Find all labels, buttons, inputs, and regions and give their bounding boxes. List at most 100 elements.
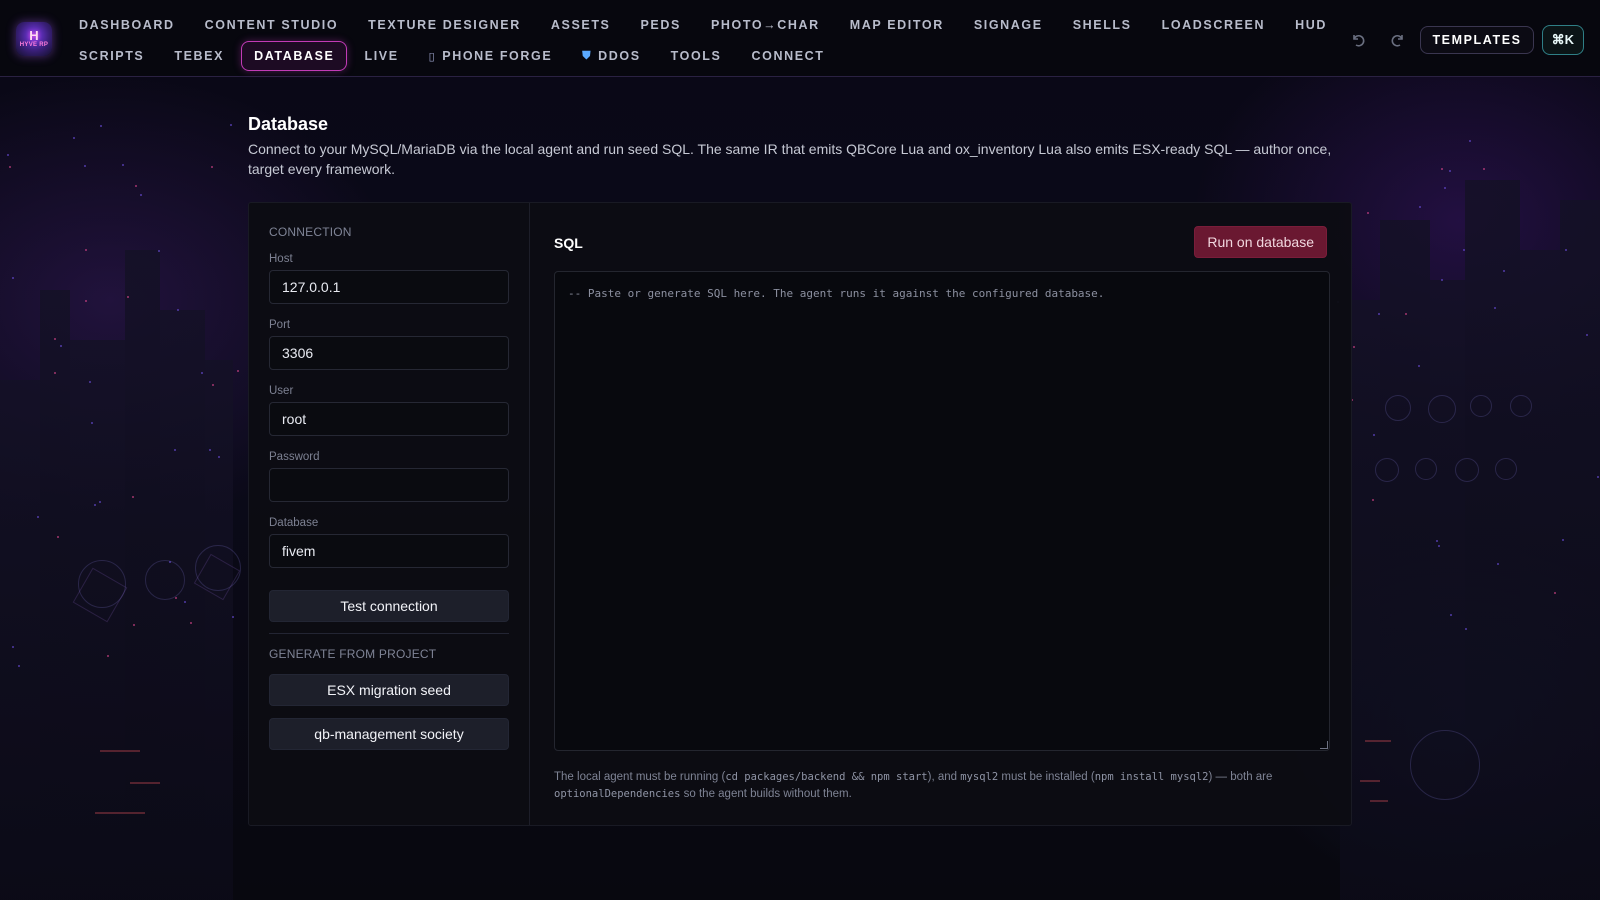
nav-loadscreen[interactable]: LOADSCREEN: [1149, 10, 1279, 40]
nav-texture-designer[interactable]: TEXTURE DESIGNER: [355, 10, 534, 40]
background-decoration: [106, 655, 109, 658]
note-code-install: npm install mysql2: [1094, 771, 1209, 783]
sql-editor-textarea[interactable]: [554, 271, 1330, 751]
background-decoration: [145, 560, 185, 600]
background-decoration: [1520, 250, 1560, 900]
background-decoration: [1366, 212, 1369, 215]
background-decoration: [6, 153, 9, 156]
note-text-3: must be installed (: [998, 771, 1095, 783]
note-code-optional-deps: optionalDependencies: [554, 788, 681, 800]
background-decoration: [1495, 458, 1517, 480]
qb-management-society-button[interactable]: qb-management society: [269, 718, 509, 750]
nav-map-editor[interactable]: MAP EDITOR: [837, 10, 957, 40]
nav-photo-to-char[interactable]: PHOTO→CHAR: [698, 10, 833, 40]
connection-sidebar: CONNECTION Host Port User Password Datab…: [249, 203, 530, 825]
phone-icon: ▯: [428, 50, 437, 63]
background-decoration: [132, 496, 135, 499]
background-decoration: [1440, 279, 1443, 282]
background-decoration: [40, 290, 70, 900]
note-text-4: ) — both are: [1208, 771, 1273, 783]
command-palette-button[interactable]: ⌘K: [1541, 25, 1584, 55]
background-decoration: [1371, 499, 1374, 502]
nav-row-secondary: SCRIPTS TEBEX DATABASE LIVE ▯ PHONE FORG…: [66, 41, 842, 71]
background-decoration: [1365, 740, 1391, 742]
background-decoration: [1449, 170, 1452, 173]
password-label: Password: [269, 451, 320, 463]
nav-live[interactable]: LIVE: [351, 41, 411, 71]
port-label: Port: [269, 319, 291, 331]
database-field-group: Database: [269, 517, 509, 568]
database-panel: CONNECTION Host Port User Password Datab…: [248, 202, 1352, 826]
nav-connect[interactable]: CONNECT: [739, 41, 838, 71]
nav-phone-forge[interactable]: ▯ PHONE FORGE: [416, 41, 566, 71]
background-decoration: [95, 812, 145, 814]
esx-migration-seed-button[interactable]: ESX migration seed: [269, 674, 509, 706]
sql-title: SQL: [554, 235, 583, 251]
password-input[interactable]: [269, 468, 509, 502]
database-input[interactable]: [269, 534, 509, 568]
nav-tebex[interactable]: TEBEX: [161, 41, 237, 71]
nav-hud[interactable]: HUD: [1282, 10, 1340, 40]
background-decoration: [1370, 800, 1388, 802]
user-input[interactable]: [269, 402, 509, 436]
background-decoration: [88, 381, 91, 384]
host-field-group: Host: [269, 253, 509, 304]
textarea-resize-handle[interactable]: [1320, 741, 1328, 749]
nav-row-primary: DASHBOARD CONTENT STUDIO TEXTURE DESIGNE…: [66, 10, 1344, 40]
background-decoration: [94, 504, 97, 507]
port-field-group: Port: [269, 319, 509, 370]
background-decoration: [1443, 187, 1446, 190]
background-decoration: [217, 455, 220, 458]
nav-content-studio[interactable]: CONTENT STUDIO: [192, 10, 352, 40]
background-decoration: [98, 501, 101, 504]
background-decoration: [1483, 167, 1486, 170]
nav-phone-forge-label: PHONE FORGE: [442, 49, 553, 63]
background-decoration: [1560, 200, 1600, 900]
background-decoration: [1465, 180, 1520, 900]
background-decoration: [72, 136, 75, 139]
background-decoration: [8, 165, 11, 168]
nav-assets[interactable]: ASSETS: [538, 10, 624, 40]
port-input[interactable]: [269, 336, 509, 370]
nav-shells[interactable]: SHELLS: [1060, 10, 1145, 40]
background-decoration: [1428, 395, 1456, 423]
redo-icon[interactable]: [1382, 26, 1412, 54]
background-decoration: [121, 163, 124, 166]
background-decoration: [1562, 538, 1565, 541]
templates-button[interactable]: TEMPLATES: [1420, 26, 1534, 54]
background-decoration: [209, 448, 212, 451]
background-decoration: [211, 166, 214, 169]
run-on-database-button[interactable]: Run on database: [1194, 226, 1327, 258]
background-decoration: [1441, 168, 1444, 171]
background-decoration: [1564, 248, 1567, 251]
host-input[interactable]: [269, 270, 509, 304]
undo-icon[interactable]: [1344, 26, 1374, 54]
nav-peds[interactable]: PEDS: [628, 10, 694, 40]
background-decoration: [160, 310, 205, 900]
test-connection-button[interactable]: Test connection: [269, 590, 509, 622]
generate-section-title: GENERATE FROM PROJECT: [269, 647, 437, 661]
background-decoration: [1510, 395, 1532, 417]
nav-database[interactable]: DATABASE: [241, 41, 348, 71]
note-code-start-agent: cd packages/backend && npm start: [725, 771, 928, 783]
shield-icon: ⛊: [582, 49, 593, 62]
nav-dashboard[interactable]: DASHBOARD: [66, 10, 188, 40]
connection-section-title: CONNECTION: [269, 225, 352, 239]
background-decoration: [205, 360, 233, 900]
background-decoration: [1435, 540, 1438, 543]
background-decoration: [126, 296, 129, 299]
background-decoration: [130, 782, 160, 784]
nav-scripts[interactable]: SCRIPTS: [66, 41, 157, 71]
background-decoration: [1353, 345, 1356, 348]
nav-signage[interactable]: SIGNAGE: [961, 10, 1056, 40]
nav-tools[interactable]: TOOLS: [658, 41, 735, 71]
database-label: Database: [269, 517, 319, 529]
app-logo[interactable]: H HYVE RP: [16, 22, 52, 56]
background-decoration: [1372, 433, 1375, 436]
background-decoration: [1554, 592, 1557, 595]
background-decoration: [1410, 730, 1480, 800]
background-decoration: [134, 184, 137, 187]
background-decoration: [12, 276, 15, 279]
background-decoration: [0, 380, 40, 900]
nav-ddos[interactable]: ⛊ DDOS: [569, 41, 653, 71]
